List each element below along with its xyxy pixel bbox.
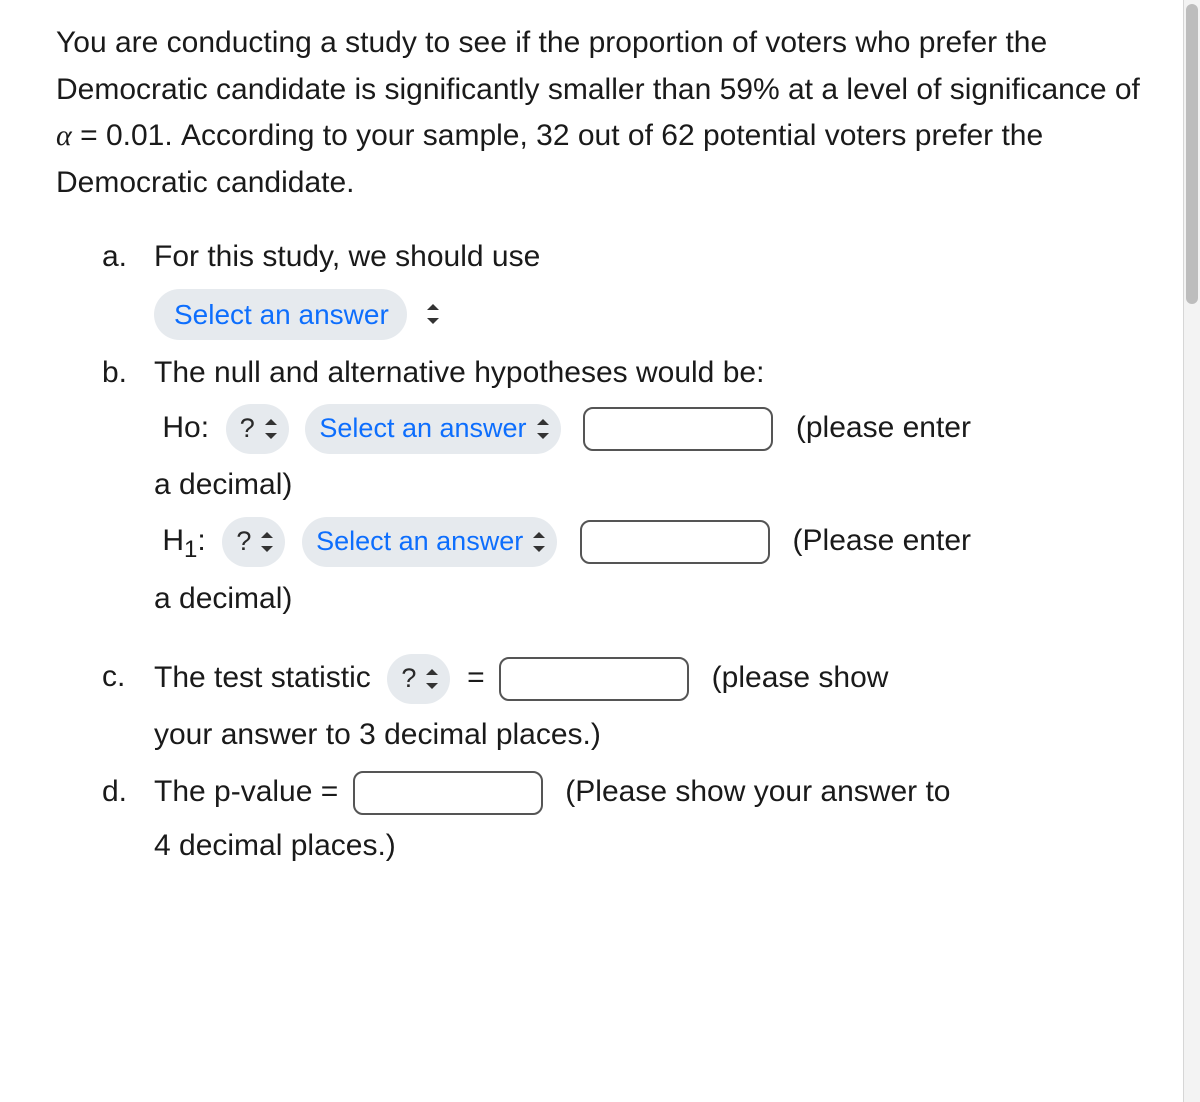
test-type-select[interactable]: Select an answer xyxy=(154,289,407,340)
question-b: b. The null and alternative hypotheses w… xyxy=(102,350,1160,644)
ho-tail-text: a decimal) xyxy=(154,462,1160,509)
question-a-text: For this study, we should use xyxy=(154,240,540,273)
h1-tail-text: a decimal) xyxy=(154,576,1160,623)
statistic-symbol-select[interactable]: ? xyxy=(387,654,450,704)
vertical-scrollbar[interactable] xyxy=(1183,0,1200,1102)
h1-operator-select[interactable]: Select an answer xyxy=(302,517,557,567)
p-value-input[interactable] xyxy=(353,771,543,815)
ho-parameter-select[interactable]: ? xyxy=(226,404,289,454)
equals-sign: = xyxy=(467,661,485,694)
list-marker: b. xyxy=(102,350,127,397)
list-marker: d. xyxy=(102,769,127,816)
ho-value-input[interactable] xyxy=(583,407,773,451)
scrollbar-thumb[interactable] xyxy=(1186,4,1198,304)
problem-statement: You are conducting a study to see if the… xyxy=(56,20,1160,206)
chevron-updown-icon xyxy=(263,419,277,439)
h1-value-input[interactable] xyxy=(580,520,770,564)
h1-label: H1: xyxy=(162,524,205,557)
question-a: a. For this study, we should use Select … xyxy=(102,234,1160,340)
question-c-text-pre: The test statistic xyxy=(154,661,371,694)
chevron-updown-icon[interactable] xyxy=(425,304,439,324)
question-d-text-pre: The p-value = xyxy=(154,775,338,808)
list-marker: c. xyxy=(102,654,125,701)
question-d-tail: 4 decimal places.) xyxy=(154,823,1160,870)
chevron-updown-icon xyxy=(535,419,549,439)
chevron-updown-icon xyxy=(531,532,545,552)
question-d: d. The p-value = (Please show your answe… xyxy=(102,769,1160,870)
h1-parameter-select[interactable]: ? xyxy=(222,517,285,567)
question-c: c. The test statistic ? = (please show y… xyxy=(102,654,1160,758)
question-b-text: The null and alternative hypotheses woul… xyxy=(154,356,764,389)
chevron-updown-icon xyxy=(424,669,438,689)
list-marker: a. xyxy=(102,234,127,281)
ho-operator-select[interactable]: Select an answer xyxy=(305,404,560,454)
ho-label: Ho: xyxy=(162,411,209,444)
question-c-tail: your answer to 3 decimal places.) xyxy=(154,712,1160,759)
test-statistic-input[interactable] xyxy=(499,657,689,701)
chevron-updown-icon xyxy=(259,532,273,552)
